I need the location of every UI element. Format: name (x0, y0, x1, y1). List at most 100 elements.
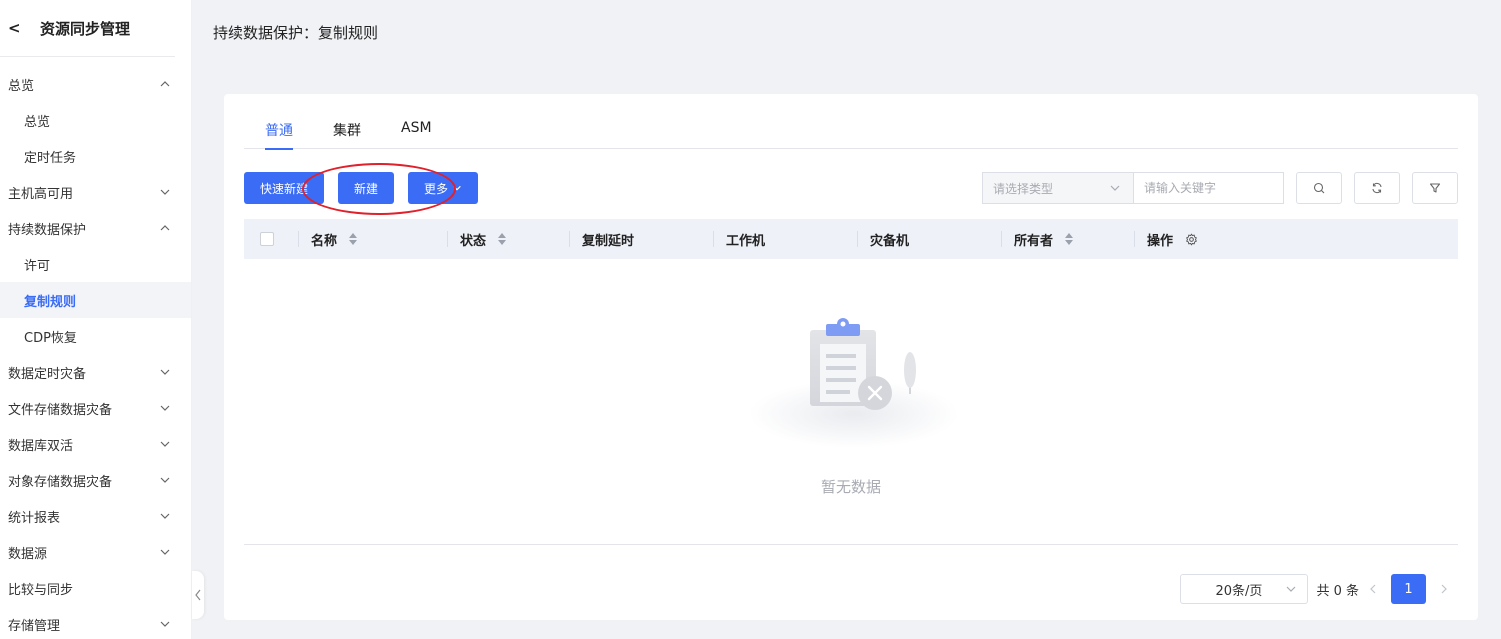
quick-new-button[interactable]: 快速新建 (244, 172, 325, 204)
toolbar: 快速新建 新建 更多 (244, 172, 479, 204)
column-status[interactable]: 状态 (447, 219, 569, 259)
page-size-value: 20条/页 (1215, 583, 1263, 599)
chevron-left-icon (1370, 584, 1376, 594)
column-label: 工作机 (726, 233, 766, 249)
sidebar-menu: 总览 总览 定时任务 主机高可用 持续数据保护 许可 复制规则 CDP恢复 数据… (0, 57, 191, 639)
chevron-left-icon (195, 589, 201, 601)
tab-normal[interactable]: 普通 (265, 114, 293, 150)
pagination: 20条/页 共 0 条 1 (1180, 574, 1458, 604)
sidebar-item-cdp-restore[interactable]: CDP恢复 (0, 318, 191, 354)
sidebar-group-overview[interactable]: 总览 (0, 66, 191, 102)
chevron-down-icon (1110, 185, 1120, 191)
page-number-current[interactable]: 1 (1391, 574, 1426, 604)
sidebar-item-label: 总览 (8, 78, 35, 94)
filter-button[interactable] (1412, 172, 1458, 204)
chevron-down-icon (159, 438, 171, 450)
sort-icon[interactable] (498, 233, 507, 245)
chevron-down-icon (1287, 586, 1296, 592)
sidebar-item-label: 文件存储数据灾备 (8, 402, 113, 418)
tab-cluster[interactable]: 集群 (333, 114, 361, 149)
empty-illustration (744, 314, 964, 458)
sort-icon[interactable] (349, 233, 358, 245)
more-button[interactable]: 更多 (408, 172, 479, 204)
sidebar-item-label: 复制规则 (24, 294, 77, 310)
sidebar-item-label: 定时任务 (24, 150, 77, 166)
gear-icon[interactable] (1185, 233, 1198, 246)
prev-page-button[interactable] (1359, 574, 1387, 604)
sidebar-item-label: 总览 (24, 114, 51, 130)
tab-asm[interactable]: ASM (401, 114, 432, 149)
column-label: 名称 (311, 233, 338, 249)
page-size-select[interactable]: 20条/页 (1180, 574, 1309, 604)
type-select[interactable]: 请选择类型 (982, 172, 1133, 204)
new-button[interactable]: 新建 (338, 172, 395, 204)
sidebar-group-object-storage[interactable]: 对象存储数据灾备 (0, 462, 191, 498)
sidebar-item-overview[interactable]: 总览 (0, 102, 191, 138)
sidebar-item-label: 持续数据保护 (8, 222, 87, 238)
filter-icon (1429, 183, 1441, 193)
select-all-checkbox[interactable] (260, 232, 274, 246)
chevron-down-icon (159, 186, 171, 198)
content-card: 普通 集群 ASM 快速新建 新建 更多 请选择类型 名称 (224, 94, 1478, 620)
sidebar-group-host-ha[interactable]: 主机高可用 (0, 174, 191, 210)
tab-bar: 普通 集群 ASM (244, 114, 1458, 150)
column-name[interactable]: 名称 (298, 219, 447, 259)
sidebar-item-label: 比较与同步 (8, 582, 74, 598)
column-work-machine: 工作机 (713, 219, 857, 259)
sidebar-item-label: 数据库双活 (8, 438, 74, 454)
column-owner[interactable]: 所有者 (1001, 219, 1134, 259)
sidebar-item-scheduled-tasks[interactable]: 定时任务 (0, 138, 191, 174)
sidebar-item-compare-sync[interactable]: 比较与同步 (0, 570, 191, 606)
sidebar-item-label: 许可 (24, 258, 51, 274)
empty-clipboard-icon (749, 318, 959, 448)
back-button[interactable]: < (8, 19, 40, 37)
sidebar-item-license[interactable]: 许可 (0, 246, 191, 282)
chevron-up-icon (159, 78, 171, 90)
next-page-button[interactable] (1430, 574, 1458, 604)
sort-icon[interactable] (1065, 233, 1074, 245)
sidebar-item-replication-rules[interactable]: 复制规则 (0, 282, 191, 318)
sidebar-item-label: 数据源 (8, 546, 48, 562)
refresh-icon (1372, 182, 1382, 194)
chevron-down-icon (453, 185, 461, 191)
search-icon (1313, 182, 1325, 194)
column-label: 灾备机 (870, 233, 910, 249)
column-actions: 操作 (1134, 219, 1334, 259)
sidebar-group-datasource[interactable]: 数据源 (0, 534, 191, 570)
refresh-button[interactable] (1354, 172, 1400, 204)
sidebar-item-label: 存储管理 (8, 618, 61, 634)
sidebar: < 资源同步管理 总览 总览 定时任务 主机高可用 持续数据保护 许可 复制规则… (0, 0, 192, 639)
empty-text: 暂无数据 (820, 478, 881, 496)
sidebar-group-cdp[interactable]: 持续数据保护 (0, 210, 191, 246)
sidebar-group-scheduled-backup[interactable]: 数据定时灾备 (0, 354, 191, 390)
search-button[interactable] (1296, 172, 1342, 204)
select-all-cell (244, 219, 298, 259)
sidebar-item-label: 统计报表 (8, 510, 61, 526)
chevron-up-icon (159, 222, 171, 234)
chevron-down-icon (159, 402, 171, 414)
sidebar-group-storage[interactable]: 存储管理 (0, 606, 191, 639)
chevron-down-icon (159, 546, 171, 558)
page-title: 持续数据保护：复制规则 (213, 24, 379, 42)
sidebar-item-label: 数据定时灾备 (8, 366, 87, 382)
column-label: 所有者 (1014, 233, 1054, 249)
more-button-label: 更多 (424, 181, 449, 196)
sidebar-collapse-handle[interactable] (192, 571, 204, 619)
keyword-input[interactable] (1133, 172, 1284, 204)
sidebar-group-file-storage[interactable]: 文件存储数据灾备 (0, 390, 191, 426)
chevron-down-icon (159, 366, 171, 378)
chevron-right-icon (1441, 584, 1447, 594)
sidebar-item-label: CDP恢复 (24, 330, 77, 346)
sidebar-header: < 资源同步管理 (0, 0, 175, 57)
table-header: 名称 状态 复制延时 工作机 灾备机 所有者 操作 (244, 219, 1458, 259)
sidebar-title: 资源同步管理 (40, 19, 131, 38)
sidebar-item-label: 对象存储数据灾备 (8, 474, 113, 490)
type-select-placeholder: 请选择类型 (993, 181, 1054, 196)
column-label: 复制延时 (582, 233, 635, 249)
total-count: 共 0 条 (1316, 583, 1359, 599)
sidebar-group-db-active[interactable]: 数据库双活 (0, 426, 191, 462)
filter-bar: 请选择类型 (982, 172, 1458, 204)
column-replication-delay: 复制延时 (569, 219, 713, 259)
sidebar-item-label: 主机高可用 (8, 186, 74, 202)
sidebar-group-reports[interactable]: 统计报表 (0, 498, 191, 534)
